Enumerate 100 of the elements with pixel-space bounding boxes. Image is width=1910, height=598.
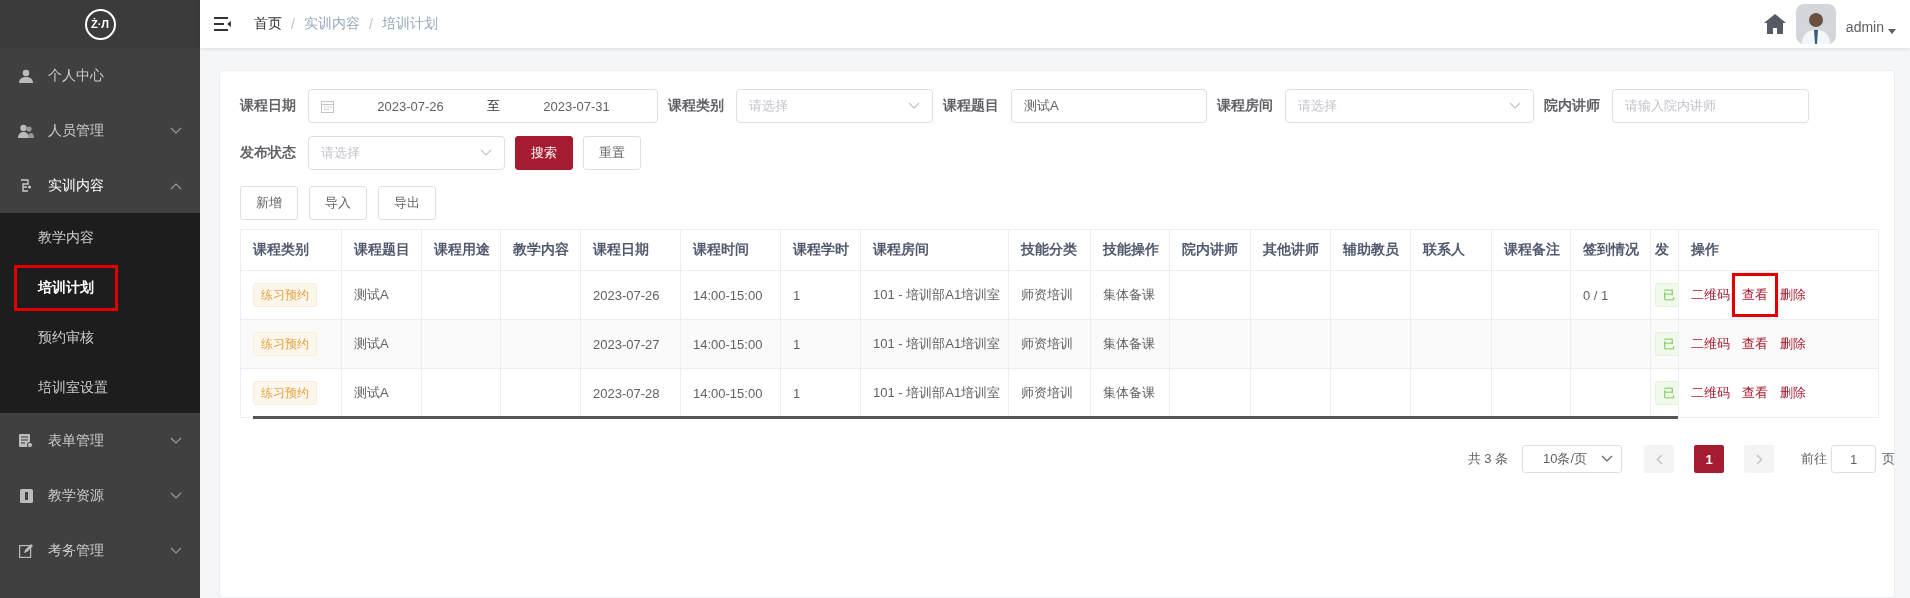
user-name[interactable]: admin	[1845, 19, 1884, 35]
table-cell: 14:00-15:00	[693, 385, 763, 401]
column-header: 发	[1655, 241, 1669, 257]
table-cell: 测试A	[354, 385, 389, 400]
category-tag: 练习预约	[253, 283, 317, 307]
table-cell: 1	[793, 385, 801, 401]
table-cell: 师资培训	[1021, 287, 1073, 302]
action-link[interactable]: 删除	[1780, 374, 1806, 412]
page-input[interactable]: 1	[1831, 445, 1876, 473]
column-header: 技能操作	[1103, 241, 1159, 257]
action-link[interactable]: 查看	[1742, 374, 1768, 412]
breadcrumb-item[interactable]: 首页	[254, 15, 282, 33]
column-header: 课程学时	[793, 241, 849, 257]
flow-icon	[20, 178, 32, 193]
table-cell: 14:00-15:00	[693, 336, 763, 352]
action-link[interactable]: 二维码	[1691, 276, 1730, 314]
menu-icon[interactable]	[214, 17, 232, 31]
submenu-item[interactable]: 培训计划	[16, 267, 116, 309]
calendar-icon	[321, 99, 334, 113]
table-cell: 2023-07-26	[593, 287, 660, 303]
search-button[interactable]: 搜索	[515, 136, 573, 170]
total-count: 共 3 条	[1467, 450, 1508, 468]
table-cell: 1	[793, 336, 801, 352]
table-cell: 集体备课	[1103, 385, 1155, 400]
submenu-item[interactable]: 预约审核	[16, 317, 116, 359]
table-cell: 101 - 培训部A1培训室	[873, 287, 1001, 302]
category-tag: 练习预约	[253, 381, 317, 405]
filter-label: 课程日期	[240, 97, 296, 115]
sidebar-item[interactable]: 实训内容	[0, 158, 200, 213]
chevron-left-icon	[1655, 453, 1663, 465]
filter-label: 院内讲师	[1544, 97, 1600, 115]
home-icon[interactable]	[1763, 14, 1786, 34]
page-button[interactable]: 1	[1694, 445, 1724, 473]
filter-label: 发布状态	[240, 144, 296, 162]
sidebar-item[interactable]: 教学资源	[0, 468, 200, 523]
table-cell: 师资培训	[1021, 336, 1073, 351]
page-suffix: 页	[1882, 450, 1894, 468]
chevron-down-icon	[170, 491, 182, 500]
chevron-down-icon	[1601, 455, 1613, 463]
chevron-right-icon	[1755, 453, 1763, 465]
column-header: 课程题目	[354, 241, 410, 257]
column-header: 课程用途	[434, 241, 490, 257]
category-tag: 练习预约	[253, 332, 317, 356]
action-link[interactable]: 删除	[1780, 325, 1806, 363]
date-range-field[interactable]: 2023-07-26 至 2023-07-31	[308, 89, 658, 123]
toolbar-button[interactable]: 导出	[378, 186, 436, 220]
filter-label: 课程房间	[1217, 97, 1273, 115]
sidebar-item[interactable]: 考务管理	[0, 523, 200, 578]
submenu-item[interactable]: 培训室设置	[16, 367, 130, 409]
action-link[interactable]: 查看	[1735, 276, 1775, 314]
column-header: 技能分类	[1021, 241, 1077, 257]
table-cell: 101 - 培训部A1培训室	[873, 385, 1001, 400]
sidebar-item[interactable]: 人员管理	[0, 103, 200, 158]
toolbar-button[interactable]: 导入	[309, 186, 367, 220]
input-field[interactable]: 测试A	[1011, 89, 1207, 123]
toolbar-button[interactable]: 新增	[240, 186, 298, 220]
status-tag: 已	[1655, 332, 1678, 356]
reset-button[interactable]: 重置	[583, 136, 641, 170]
table-cell: 2023-07-27	[593, 336, 660, 352]
column-header: 操作	[1691, 241, 1719, 257]
table-cell: 0 / 1	[1583, 287, 1609, 303]
action-link[interactable]: 查看	[1742, 325, 1768, 363]
status-tag: 已	[1655, 381, 1678, 405]
column-header: 辅助教员	[1343, 241, 1399, 257]
column-header: 课程房间	[873, 241, 929, 257]
action-link[interactable]: 删除	[1780, 276, 1806, 314]
table-cell: 集体备课	[1103, 287, 1155, 302]
status-tag: 已	[1655, 283, 1678, 307]
book-icon	[19, 488, 33, 503]
table-cell: 14:00-15:00	[693, 287, 763, 303]
chevron-down-icon	[170, 546, 182, 555]
table-cell: 集体备课	[1103, 336, 1155, 351]
breadcrumb-separator: /	[368, 16, 373, 32]
scrollbar-thumb[interactable]	[253, 416, 1678, 419]
submenu-item[interactable]: 教学内容	[16, 217, 116, 259]
filter-label: 课程类别	[668, 97, 724, 115]
table-cell: 测试A	[354, 336, 389, 351]
filter-label: 课程题目	[943, 97, 999, 115]
page-size-select[interactable]: 10条/页	[1522, 445, 1622, 473]
sidebar-item[interactable]: 个人中心	[0, 48, 200, 103]
column-header: 课程备注	[1504, 241, 1560, 257]
column-header: 院内讲师	[1182, 241, 1238, 257]
people-icon	[18, 123, 34, 138]
chevron-down-icon	[480, 149, 492, 157]
caret-down-icon[interactable]	[1888, 28, 1896, 34]
table-cell: 2023-07-28	[593, 385, 660, 401]
chevron-down-icon	[1509, 102, 1521, 110]
table-cell: 师资培训	[1021, 385, 1073, 400]
column-header: 课程日期	[593, 241, 649, 257]
column-header: 联系人	[1423, 241, 1465, 257]
table-cell: 101 - 培训部A1培训室	[873, 336, 1001, 351]
avatar[interactable]	[1795, 4, 1836, 44]
chevron-up-icon	[170, 181, 182, 190]
person-icon	[19, 68, 33, 83]
action-link[interactable]: 二维码	[1691, 374, 1730, 412]
chevron-down-icon	[170, 436, 182, 445]
chevron-down-icon	[908, 102, 920, 110]
sidebar-item[interactable]: 表单管理	[0, 413, 200, 468]
goto-label: 前往	[1801, 450, 1827, 468]
action-link[interactable]: 二维码	[1691, 325, 1730, 363]
